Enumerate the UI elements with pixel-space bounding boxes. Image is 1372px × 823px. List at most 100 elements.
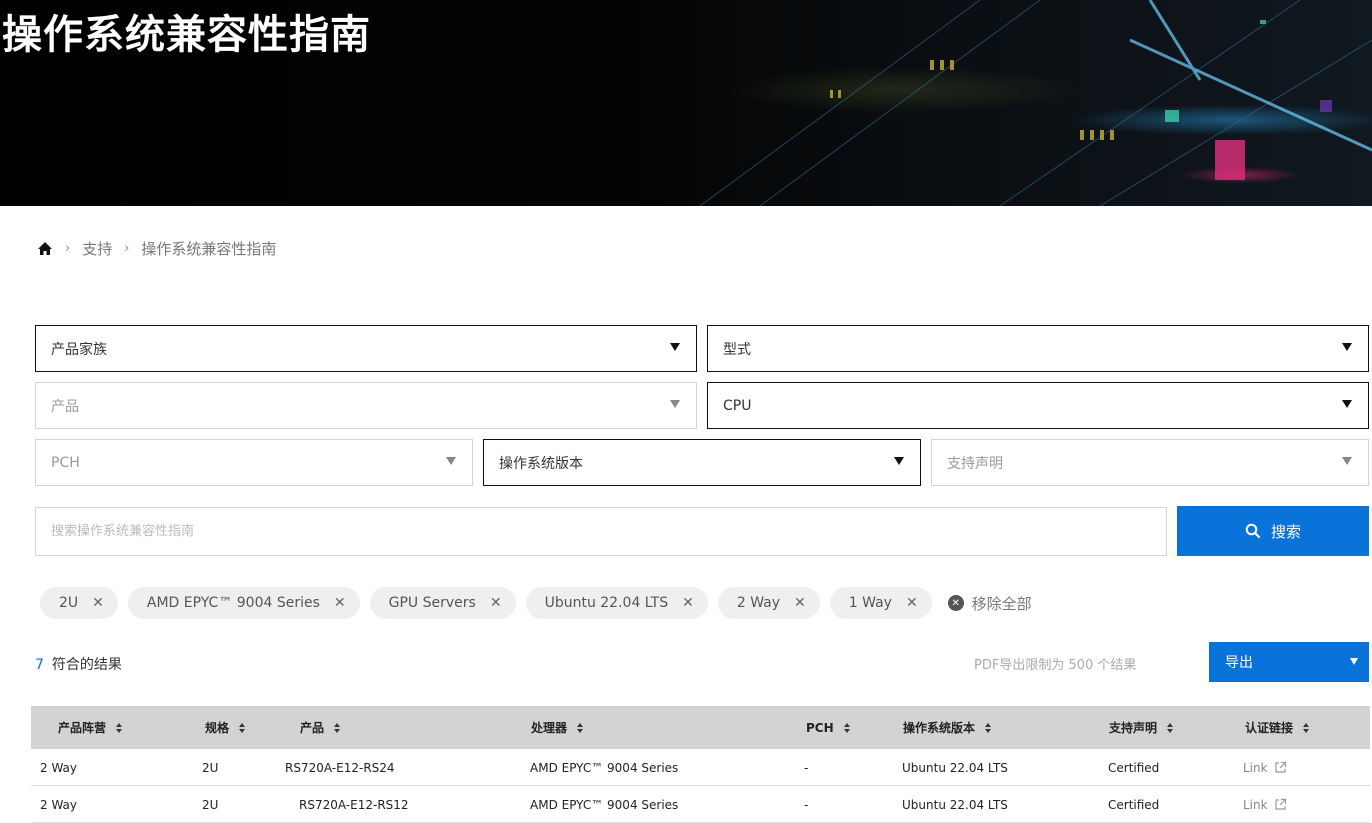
- active-filter-chips: 2U ✕ AMD EPYC™ 9004 Series ✕ GPU Servers…: [40, 587, 1032, 619]
- table-row: 2 Way 2U RS720A-E12-RS24 AMD EPYC™ 9004 …: [31, 749, 1370, 786]
- filter-chip[interactable]: GPU Servers ✕: [369, 587, 516, 619]
- cell-pch: -: [804, 760, 809, 775]
- sort-icon: [334, 722, 341, 733]
- cert-link-label: Link: [1243, 760, 1268, 775]
- caret-down-icon: [894, 457, 904, 465]
- cell-processor: AMD EPYC™ 9004 Series: [530, 760, 679, 775]
- pch-select[interactable]: PCH: [35, 439, 473, 486]
- caret-down-icon: [1350, 658, 1358, 665]
- product-label: 产品: [51, 398, 79, 415]
- chip-label: AMD EPYC™ 9004 Series: [146, 595, 320, 611]
- breadcrumb-support[interactable]: 支持: [82, 238, 112, 259]
- os-version-select[interactable]: 操作系统版本: [483, 439, 921, 486]
- page-title: 操作系统兼容性指南: [2, 12, 371, 58]
- support-statement-label: 支持声明: [947, 455, 1003, 472]
- breadcrumb-current: 操作系统兼容性指南: [141, 240, 277, 258]
- sort-icon: [985, 722, 992, 733]
- support-statement-select[interactable]: 支持声明: [931, 439, 1369, 486]
- close-icon[interactable]: ✕: [794, 595, 806, 611]
- model-label: 型式: [723, 341, 751, 358]
- close-icon[interactable]: ✕: [92, 595, 104, 611]
- result-count-number: 7: [35, 657, 44, 673]
- cpu-select[interactable]: CPU: [707, 382, 1369, 429]
- product-select[interactable]: 产品: [35, 382, 697, 429]
- chevron-right-icon: ›: [124, 241, 130, 256]
- table-row: 2 Way 2U RS720A-E12-RS12 AMD EPYC™ 9004 …: [31, 786, 1370, 823]
- cell-form-factor: 2U: [202, 760, 219, 775]
- cert-link[interactable]: Link: [1243, 749, 1287, 786]
- caret-down-icon: [446, 457, 456, 465]
- chip-label: Ubuntu 22.04 LTS: [544, 595, 669, 611]
- cell-pch: -: [804, 797, 809, 812]
- result-count-label: 符合的结果: [51, 657, 122, 673]
- table-header: 产品阵营 规格 产品 处理器 PCH 操作系统版本 支持声明 认证链接: [31, 706, 1370, 749]
- chip-label: 1 Way: [848, 595, 892, 611]
- results-table: 产品阵营 规格 产品 处理器 PCH 操作系统版本 支持声明 认证链接 2 Wa…: [31, 706, 1370, 823]
- sort-icon: [1167, 722, 1174, 733]
- caret-down-icon: [1342, 457, 1352, 465]
- sort-icon: [1303, 722, 1310, 733]
- chip-label: GPU Servers: [388, 595, 476, 611]
- column-header-cert-link[interactable]: 认证链接: [1245, 706, 1310, 749]
- export-label: 导出: [1225, 655, 1253, 671]
- search-icon: [1245, 523, 1261, 539]
- cell-os-version: Ubuntu 22.04 LTS: [902, 797, 1008, 812]
- caret-down-icon: [670, 400, 680, 408]
- cell-form-factor: 2U: [202, 797, 219, 812]
- cell-category: 2 Way: [40, 760, 78, 775]
- external-link-icon: [1274, 761, 1286, 773]
- filter-chip[interactable]: 2 Way ✕: [717, 587, 820, 619]
- caret-down-icon: [670, 343, 680, 351]
- external-link-icon: [1274, 798, 1286, 810]
- cert-link[interactable]: Link: [1243, 786, 1287, 823]
- chip-label: 2U: [59, 595, 79, 611]
- close-icon[interactable]: ✕: [490, 595, 502, 611]
- cell-os-version: Ubuntu 22.04 LTS: [902, 760, 1008, 775]
- cell-product: RS720A-E12-RS24: [285, 760, 395, 775]
- search-button-label: 搜索: [1270, 522, 1301, 541]
- product-family-label: 产品家族: [51, 341, 107, 358]
- export-dropdown[interactable]: 导出: [1209, 642, 1369, 682]
- sort-icon: [239, 722, 246, 733]
- cell-support: Certified: [1108, 760, 1160, 775]
- cell-processor: AMD EPYC™ 9004 Series: [530, 797, 679, 812]
- column-header-pch[interactable]: PCH: [806, 706, 850, 749]
- clear-circle-icon: ✕: [947, 595, 964, 611]
- caret-down-icon: [1342, 400, 1352, 408]
- chip-label: 2 Way: [736, 595, 781, 611]
- column-header-support[interactable]: 支持声明: [1109, 706, 1174, 749]
- clear-all-button[interactable]: ✕ 移除全部: [947, 593, 1032, 614]
- filter-chip[interactable]: 2U ✕: [40, 587, 118, 619]
- cert-link-label: Link: [1243, 797, 1268, 812]
- product-family-select[interactable]: 产品家族: [35, 325, 697, 372]
- cell-category: 2 Way: [40, 797, 78, 812]
- chevron-right-icon: ›: [65, 241, 71, 256]
- column-header-category[interactable]: 产品阵营: [58, 706, 123, 749]
- close-icon[interactable]: ✕: [334, 595, 346, 611]
- search-button[interactable]: 搜索: [1177, 506, 1369, 556]
- home-icon[interactable]: [37, 241, 53, 257]
- filter-chip[interactable]: Ubuntu 22.04 LTS ✕: [525, 587, 708, 619]
- cell-product: RS720A-E12-RS12: [299, 797, 409, 812]
- filter-chip[interactable]: 1 Way ✕: [829, 587, 932, 619]
- close-icon[interactable]: ✕: [682, 595, 694, 611]
- filter-chip[interactable]: AMD EPYC™ 9004 Series ✕: [127, 587, 360, 619]
- os-version-label: 操作系统版本: [499, 455, 583, 472]
- model-select[interactable]: 型式: [707, 325, 1369, 372]
- sort-icon: [577, 722, 584, 733]
- search-input[interactable]: [35, 507, 1167, 556]
- result-count: 7 符合的结果: [35, 654, 122, 674]
- caret-down-icon: [1342, 343, 1352, 351]
- column-header-os-version[interactable]: 操作系统版本: [903, 706, 992, 749]
- column-header-product[interactable]: 产品: [300, 706, 341, 749]
- cell-support: Certified: [1108, 797, 1160, 812]
- sort-icon: [116, 722, 123, 733]
- clear-all-label: 移除全部: [971, 594, 1032, 613]
- cpu-label: CPU: [723, 397, 752, 414]
- breadcrumb: › 支持 › 操作系统兼容性指南: [37, 238, 276, 259]
- close-icon[interactable]: ✕: [906, 595, 918, 611]
- pch-label: PCH: [51, 454, 80, 471]
- column-header-processor[interactable]: 处理器: [531, 706, 584, 749]
- sort-icon: [843, 722, 850, 733]
- column-header-form-factor[interactable]: 规格: [205, 706, 246, 749]
